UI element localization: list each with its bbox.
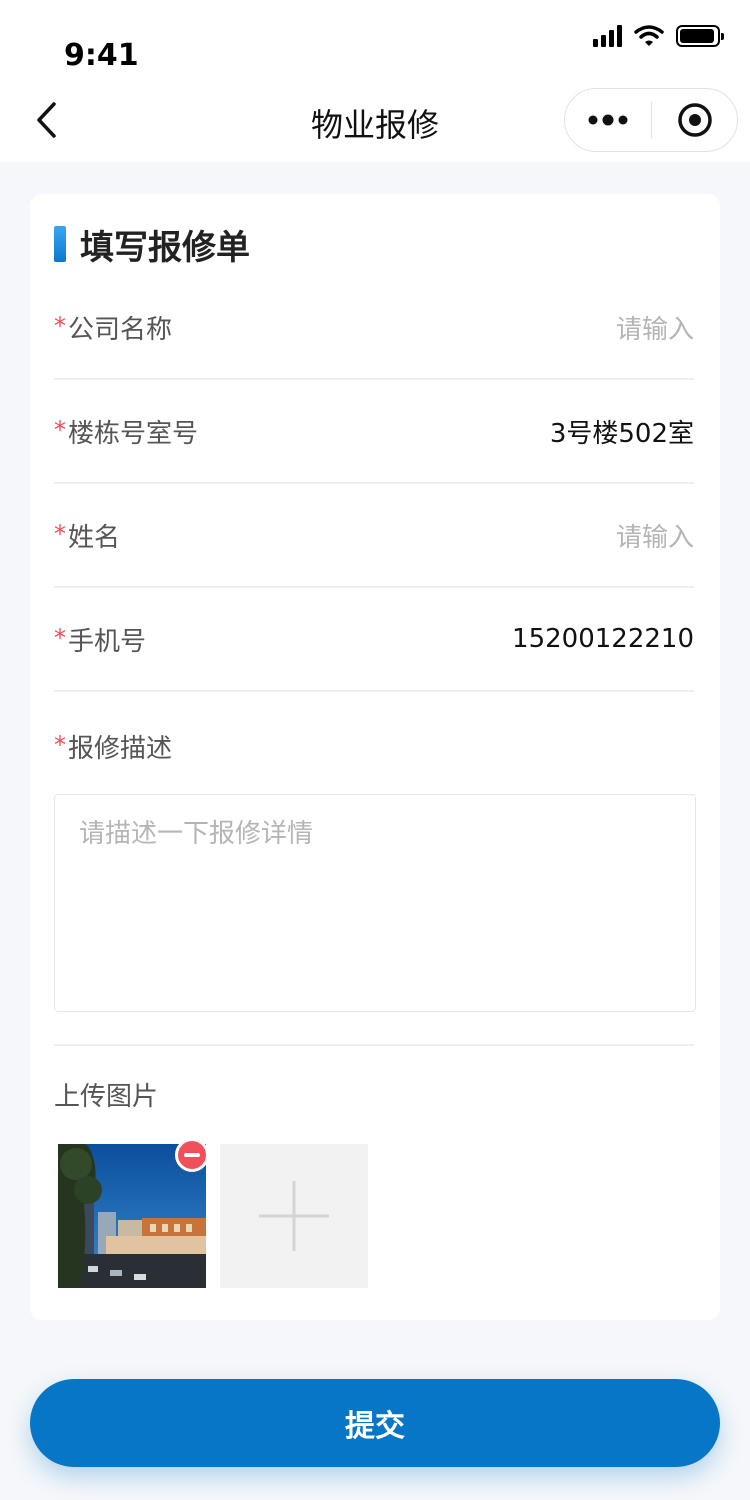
required-mark: * <box>54 623 66 652</box>
remove-photo-button[interactable] <box>175 1138 209 1172</box>
nav-bar: 物业报修 <box>0 88 750 162</box>
wifi-icon <box>634 25 664 46</box>
close-button[interactable] <box>652 89 737 151</box>
description-textarea[interactable]: 请描述一下报修详情 <box>54 794 696 1012</box>
name-label: 姓名 <box>68 522 121 553</box>
form-row-phone: *手机号 15200122210 <box>54 588 694 692</box>
field-label: *姓名 <box>54 517 120 554</box>
target-close-icon <box>677 103 712 137</box>
divider <box>54 1044 694 1046</box>
phone-label: 手机号 <box>68 626 147 657</box>
screen: 9:41 物业报修 填写报修单 *公司名称 请输入 *楼栋号室号 3号楼502室… <box>0 0 750 1500</box>
building-label: 楼栋号室号 <box>68 418 199 449</box>
add-photo-button[interactable] <box>220 1144 368 1288</box>
plus-icon <box>259 1181 329 1251</box>
field-label: *手机号 <box>54 621 146 658</box>
section-header: 填写报修单 <box>54 222 250 268</box>
required-mark: * <box>54 731 66 759</box>
upload-label: 上传图片 <box>54 1082 159 1112</box>
more-dots-icon <box>588 114 628 126</box>
submit-button[interactable]: 提交 <box>30 1379 720 1467</box>
form-row-name: *姓名 请输入 <box>54 484 694 588</box>
minus-circle-icon <box>184 1153 200 1157</box>
status-bar: 9:41 <box>0 0 750 88</box>
description-label: 报修描述 <box>68 734 173 764</box>
capsule-menu <box>564 88 738 152</box>
required-mark: * <box>54 311 66 340</box>
phone-input[interactable]: 15200122210 <box>512 624 694 654</box>
name-input[interactable]: 请输入 <box>616 517 694 554</box>
field-label: *楼栋号室号 <box>54 413 198 450</box>
more-button[interactable] <box>565 89 651 151</box>
company-label: 公司名称 <box>68 314 173 345</box>
description-label-row: *报修描述 <box>54 728 172 765</box>
building-input[interactable]: 3号楼502室 <box>550 413 694 450</box>
repair-form-card: 填写报修单 *公司名称 请输入 *楼栋号室号 3号楼502室 *姓名 请输入 *… <box>30 194 720 1320</box>
battery-icon <box>676 25 724 47</box>
required-mark: * <box>54 415 66 444</box>
company-input[interactable]: 请输入 <box>616 309 694 346</box>
required-mark: * <box>54 519 66 548</box>
section-title: 填写报修单 <box>80 227 250 268</box>
field-label: *公司名称 <box>54 309 172 346</box>
section-accent-bar <box>54 226 66 262</box>
form-row-building: *楼栋号室号 3号楼502室 <box>54 380 694 484</box>
status-icons <box>593 24 724 48</box>
signal-icon <box>593 25 622 47</box>
form-row-company: *公司名称 请输入 <box>54 276 694 380</box>
status-time: 9:41 <box>64 38 139 73</box>
